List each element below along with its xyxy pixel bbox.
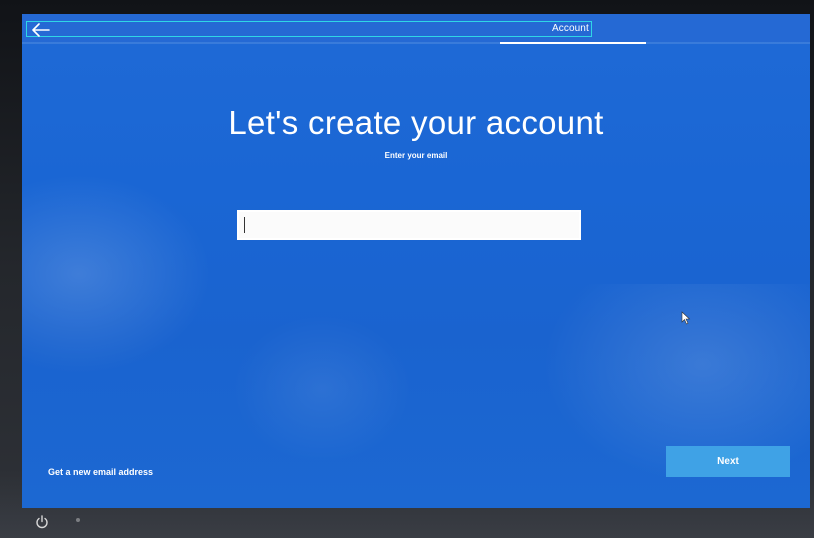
header-title: Account [552,23,589,34]
email-field[interactable] [237,210,581,240]
ease-of-access-icon[interactable] [76,518,80,522]
screen-reflection [232,314,412,464]
screen-reflection [22,174,212,374]
device-frame: Account Let's create your account Enter … [0,0,814,538]
back-button[interactable] [30,20,52,40]
page-subtitle: Enter your email [384,151,448,160]
focused-header-outline [26,21,592,37]
text-caret [244,217,245,233]
get-new-email-link[interactable]: Get a new email address [48,467,153,477]
page-title: Let's create your account [228,104,604,141]
progress-indicator [500,42,646,44]
mouse-cursor-icon [681,311,691,325]
next-button[interactable]: Next [666,446,790,477]
setup-screen: Account Let's create your account Enter … [22,14,810,508]
progress-track [22,42,810,44]
power-icon[interactable] [35,515,49,529]
arrow-left-icon [32,23,50,37]
